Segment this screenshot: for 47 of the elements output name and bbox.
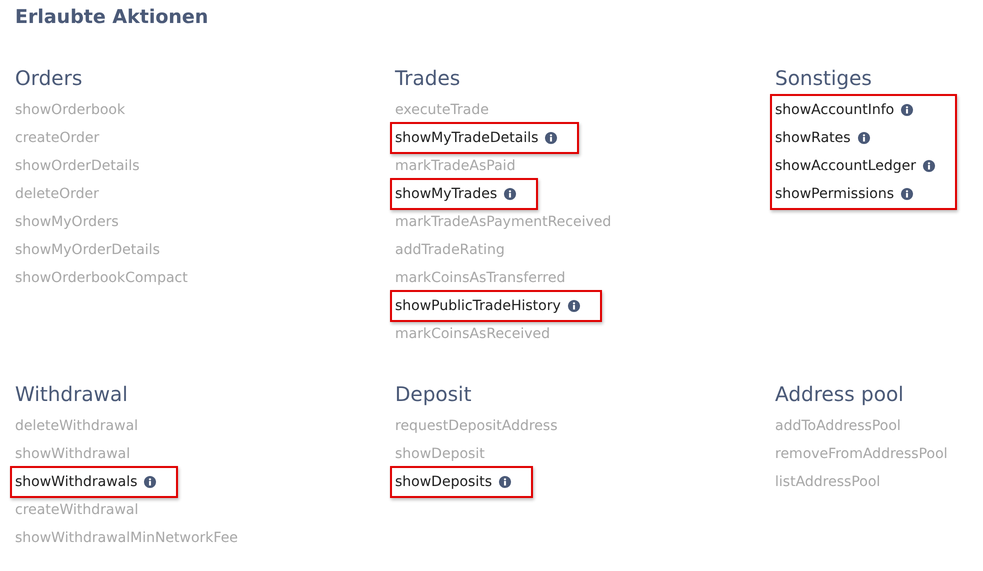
action-name: markTradeAsPaymentReceived [395,213,612,232]
action-name: showDeposit [395,445,485,464]
action-name: showRates [775,129,851,148]
section-heading: Deposit [395,381,472,408]
action-name: executeTrade [395,101,489,120]
action-name: markTradeAsPaid [395,157,516,176]
section-heading: Trades [395,65,460,92]
info-icon [568,300,580,312]
action-name: showAccountInfo [775,101,894,120]
action-name: deleteWithdrawal [15,417,138,436]
info-icon [499,476,511,488]
action-name: showOrderbook [15,101,126,120]
action-name: addToAddressPool [775,417,901,436]
section-heading: Withdrawal [15,381,128,408]
action-name: deleteOrder [15,185,99,204]
action-name: showOrderbookCompact [15,269,188,288]
action-name: showPublicTradeHistory [395,297,561,316]
action-name: showWithdrawals [15,473,138,492]
section-heading: Sonstiges [775,65,872,92]
info-icon [923,160,936,172]
action-name: showMyOrderDetails [15,241,160,260]
action-name: showDeposits [395,473,492,492]
action-name: createWithdrawal [15,501,138,520]
page-title: Erlaubte Aktionen [15,5,208,30]
info-icon [545,132,558,144]
section-heading: Orders [15,65,82,92]
info-icon [901,104,914,116]
action-name: showWithdrawalMinNetworkFee [15,529,238,548]
action-name: showWithdrawal [15,445,130,464]
info-icon [858,132,870,144]
action-name: showMyTradeDetails [395,129,538,148]
action-name: addTradeRating [395,241,505,260]
action-name: removeFromAddressPool [775,445,948,464]
action-name: markCoinsAsTransferred [395,269,566,288]
info-icon [144,476,156,488]
info-icon [504,188,516,200]
action-name: showMyOrders [15,213,119,232]
action-name: listAddressPool [775,473,880,492]
action-name: showOrderDetails [15,157,140,176]
info-icon [901,188,913,200]
action-name: showPermissions [775,185,894,204]
action-name: markCoinsAsReceived [395,325,550,344]
action-name: createOrder [15,129,100,148]
action-name: showAccountLedger [775,157,916,176]
action-name: showMyTrades [395,185,498,204]
section-heading: Address pool [775,381,904,408]
action-name: requestDepositAddress [395,417,558,436]
